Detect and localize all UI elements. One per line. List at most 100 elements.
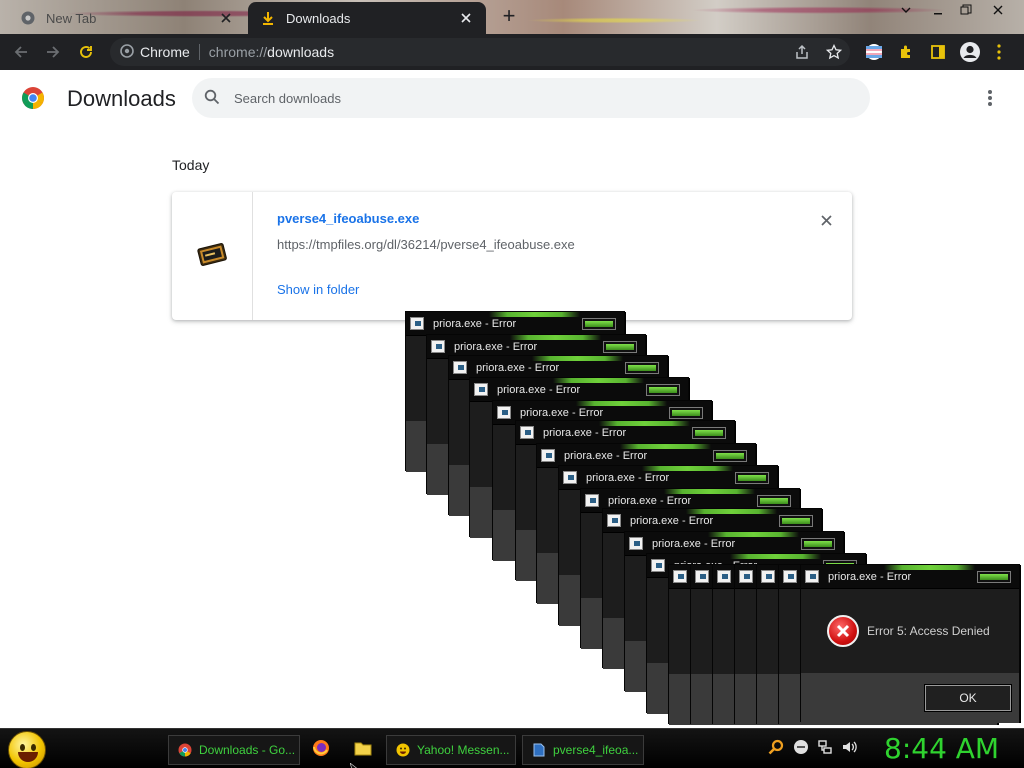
back-button[interactable]: [8, 39, 34, 65]
app-window-icon: [673, 570, 687, 583]
new-tab-button[interactable]: +: [498, 5, 520, 28]
dialog-close-button[interactable]: [582, 318, 616, 330]
browser-toolbar: Chrome chrome:// downloads: [0, 34, 1024, 70]
dialog-close-button[interactable]: [713, 450, 747, 462]
tab-close-icon[interactable]: [458, 10, 474, 26]
dialog-titlebar[interactable]: priora.exe - Error: [516, 421, 734, 445]
close-window-button[interactable]: [984, 0, 1012, 20]
folder-icon[interactable]: [353, 738, 373, 758]
show-in-folder-link[interactable]: Show in folder: [277, 282, 359, 297]
tab-downloads[interactable]: Downloads: [248, 2, 486, 34]
download-file-name[interactable]: pverse4_ifeoabuse.exe: [277, 211, 419, 226]
chrome-site-icon: [120, 43, 134, 61]
speaker-icon[interactable]: [841, 739, 857, 755]
remove-download-icon[interactable]: [816, 210, 836, 230]
app-window-icon: [761, 570, 775, 583]
dialog-close-button[interactable]: [625, 362, 659, 374]
tab-title: New Tab: [46, 10, 97, 26]
more-actions-icon[interactable]: [980, 88, 1000, 108]
omnibox-separator: [198, 44, 200, 60]
app-window-icon: [607, 514, 621, 527]
dialog-title: priora.exe - Error: [476, 362, 560, 374]
reload-button[interactable]: [73, 39, 99, 65]
restore-button[interactable]: [952, 0, 980, 20]
dialog-title: priora.exe - Error: [433, 318, 517, 330]
search-downloads-field[interactable]: Search downloads: [192, 78, 870, 118]
dialog-title: priora.exe - Error: [630, 515, 714, 527]
browser-menu-icon[interactable]: [986, 39, 1012, 65]
start-button-smiley-icon[interactable]: [8, 731, 46, 768]
app-window-icon: [410, 317, 424, 330]
mouse-pointer-icon: [349, 759, 360, 768]
download-item-card: pverse4_ifeoabuse.exe https://tmpfiles.o…: [172, 192, 852, 320]
tab-search-icon[interactable]: [892, 0, 920, 20]
dialog-title: priora.exe - Error: [608, 495, 692, 507]
dialog-close-button[interactable]: [646, 384, 680, 396]
app-window-icon: [497, 406, 511, 419]
taskbar: Downloads - Go... Yahoo! Messen... pvers…: [0, 728, 1024, 768]
extensions-puzzle-icon[interactable]: [893, 39, 919, 65]
file-icon-column: [172, 192, 253, 320]
taskbar-label: Yahoo! Messen...: [417, 743, 510, 757]
search-icon[interactable]: [768, 739, 784, 755]
error-dialog-front[interactable]: priora.exe - Error Error 5: Access Denie…: [800, 564, 1020, 723]
search-placeholder: Search downloads: [234, 90, 341, 106]
document-icon: [531, 742, 547, 758]
dialog-titlebar[interactable]: priora.exe - Error: [801, 565, 1019, 589]
dialog-body: Error 5: Access Denied: [801, 589, 1019, 673]
error-message: Error 5: Access Denied: [867, 624, 990, 638]
forward-button[interactable]: [40, 39, 66, 65]
dialog-titlebar[interactable]: priora.exe - Error: [603, 509, 821, 533]
taskbar-clock[interactable]: 8:44 AM: [884, 732, 999, 765]
dialog-footer: OK: [801, 673, 1019, 723]
taskbar-button-yahoo-messenger[interactable]: Yahoo! Messen...: [386, 735, 516, 765]
dialog-close-button[interactable]: [801, 538, 835, 550]
app-window-icon: [651, 559, 665, 572]
site-label: Chrome: [140, 44, 190, 60]
dialog-close-button[interactable]: [603, 341, 637, 353]
app-window-icon: [695, 570, 709, 583]
dialog-close-button[interactable]: [779, 515, 813, 527]
dialog-titlebar[interactable]: priora.exe - Error: [406, 312, 624, 336]
profile-flag-icon[interactable]: [861, 39, 887, 65]
tab-strip: New Tab Downloads +: [0, 0, 1024, 34]
chrome-logo-icon: [21, 86, 45, 110]
side-panel-icon[interactable]: [925, 39, 951, 65]
messenger-tray-icon[interactable]: [793, 739, 809, 755]
app-window-icon: [431, 340, 445, 353]
firefox-icon[interactable]: [311, 738, 331, 758]
url-host: downloads: [267, 44, 335, 60]
dialog-close-button[interactable]: [757, 495, 791, 507]
share-icon[interactable]: [789, 39, 815, 65]
bookmark-star-icon[interactable]: [821, 39, 847, 65]
ok-button[interactable]: OK: [924, 684, 1012, 712]
dialog-close-button[interactable]: [669, 407, 703, 419]
date-header: Today: [172, 157, 210, 173]
tab-new-tab[interactable]: New Tab: [8, 2, 246, 34]
avatar-icon[interactable]: [957, 39, 983, 65]
tab-close-icon[interactable]: [218, 10, 234, 26]
executable-file-icon: [196, 238, 228, 275]
dialog-title: priora.exe - Error: [520, 407, 604, 419]
dialog-close-button[interactable]: [692, 427, 726, 439]
url-scheme: chrome://: [208, 44, 268, 60]
network-icon[interactable]: [817, 739, 833, 755]
dialog-title: priora.exe - Error: [586, 472, 670, 484]
dialog-close-button[interactable]: [977, 571, 1011, 583]
app-window-icon: [783, 570, 797, 583]
dialog-close-button[interactable]: [735, 472, 769, 484]
taskbar-button-downloads[interactable]: Downloads - Go...: [168, 735, 300, 765]
page-title: Downloads: [67, 86, 176, 111]
dialog-title: priora.exe - Error: [828, 571, 912, 583]
taskbar-button-pverse4[interactable]: pverse4_ifeoa...: [522, 735, 644, 765]
app-window-icon: [739, 570, 753, 583]
address-bar[interactable]: Chrome chrome:// downloads: [110, 38, 850, 66]
minimize-button[interactable]: [924, 0, 952, 20]
chrome-icon: [177, 742, 193, 758]
dialog-titlebar[interactable]: priora.exe - Error: [559, 466, 777, 490]
dialog-title: priora.exe - Error: [497, 384, 581, 396]
error-x-icon: [827, 615, 859, 647]
dialog-titlebar[interactable]: priora.exe - Error: [470, 378, 688, 402]
app-window-icon: [563, 471, 577, 484]
app-window-icon: [474, 383, 488, 396]
